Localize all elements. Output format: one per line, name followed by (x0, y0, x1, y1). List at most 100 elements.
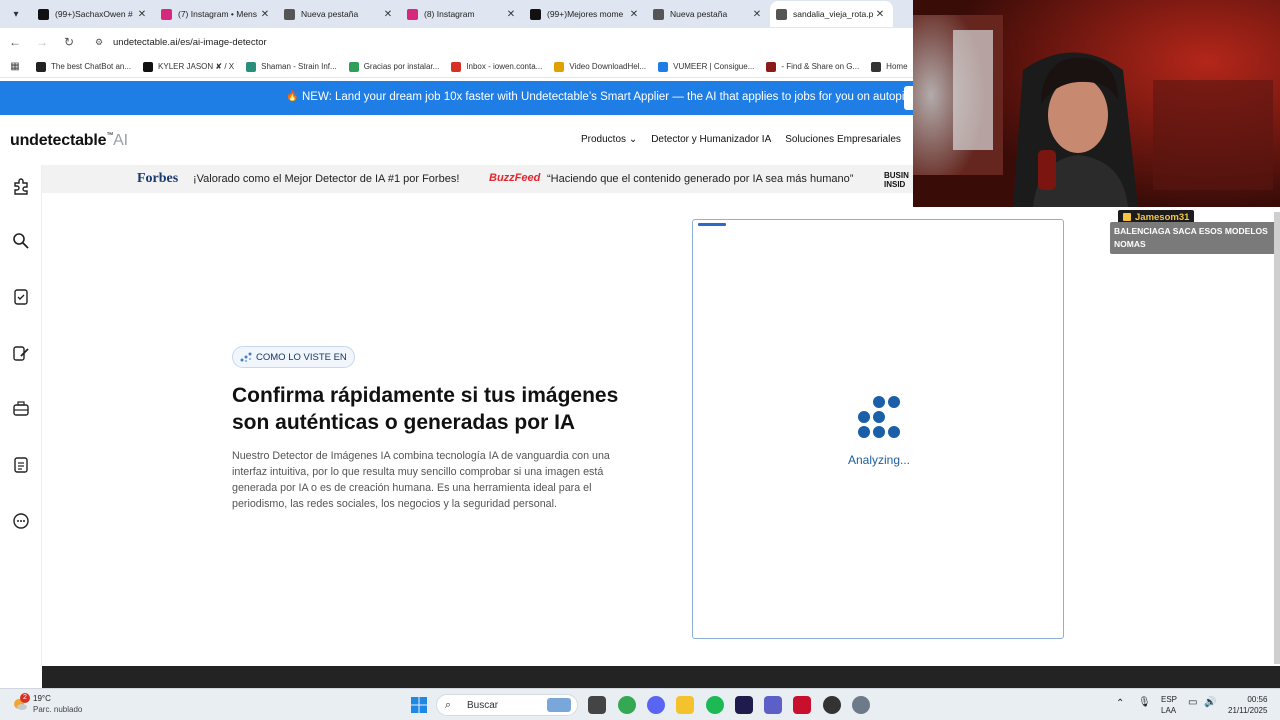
chevron-down-icon: ⌄ (628, 134, 638, 145)
app-icon[interactable] (823, 696, 841, 714)
tab-close-icon[interactable]: ✕ (627, 9, 641, 20)
browser-tab[interactable]: (7) Instagram • Mens ✕ (155, 1, 278, 27)
bookmark-favicon-icon (658, 61, 669, 72)
bookmark-item[interactable]: Shaman - Strain Inf... (246, 61, 337, 72)
tab-close-icon[interactable]: ✕ (504, 9, 518, 20)
tray-chevron-icon[interactable]: ⌃ (1116, 698, 1124, 709)
site-info-icon[interactable]: ⚙ (95, 37, 109, 48)
tab-favicon-icon (284, 8, 295, 20)
tab-favicon-icon (161, 8, 172, 20)
back-icon[interactable]: ← (3, 35, 27, 49)
bookmark-label: - Find & Share on G... (781, 62, 860, 71)
bookmark-favicon-icon (348, 61, 359, 72)
weather-text: 19°C Parc. nublado (33, 693, 82, 715)
clock-time: 00:56 (1247, 695, 1268, 704)
tab-close-icon[interactable]: ✕ (381, 9, 395, 20)
checklist-icon[interactable] (12, 288, 30, 306)
edit-document-icon[interactable] (12, 344, 30, 362)
tab-label: (99+)SachaxOwen # (55, 9, 133, 19)
bookmark-item[interactable]: Home (871, 61, 908, 72)
tabs-container: (99+)SachaxOwen # ✕ (7) Instagram • Mens ✕ N… (32, 1, 893, 27)
microphone-icon[interactable]: 🎙 (1138, 697, 1151, 708)
progress-bar (698, 223, 726, 226)
reload-icon[interactable]: ↻ (57, 35, 81, 49)
settings-icon[interactable] (852, 696, 870, 714)
weather-desc: Parc. nublado (33, 705, 83, 714)
tab-close-icon[interactable]: ✕ (750, 9, 764, 20)
language-indicator[interactable]: ESP LAA (1161, 694, 1177, 716)
browser-tab[interactable]: (8) Instagram ✕ (401, 1, 524, 27)
more-options-icon[interactable] (12, 512, 30, 530)
page-scrollbar[interactable] (1274, 212, 1280, 664)
browser-tab[interactable]: sandalia_vieja_rota.p ✕ (770, 1, 893, 27)
tab-close-icon[interactable]: ✕ (873, 9, 887, 20)
system-clock[interactable]: 00:56 21/11/2025 (1228, 694, 1267, 716)
volume-icon[interactable]: 🔊 (1204, 697, 1216, 708)
bookmark-item[interactable]: KYLER JASON ✘ / X (143, 61, 235, 72)
bookmark-favicon-icon (36, 61, 46, 72)
taskbar-search-label: Buscar (467, 699, 499, 711)
analyzing-status: Analyzing... (847, 453, 911, 467)
spotify-icon[interactable] (706, 696, 724, 714)
clock-date: 21/11/2025 (1228, 706, 1268, 715)
forbes-logo: Forbes (137, 171, 179, 186)
tab-search-icon[interactable]: ▾ (4, 2, 28, 26)
nav-products[interactable]: Productos ⌄ (581, 134, 637, 145)
task-view-icon[interactable] (588, 696, 606, 714)
tab-close-icon[interactable]: ✕ (135, 9, 149, 20)
discord-icon[interactable] (647, 696, 665, 714)
tab-label: Nueva pestaña (670, 9, 728, 19)
site-logo[interactable]: undetectable™AI (10, 132, 128, 150)
premiere-icon[interactable] (735, 696, 753, 714)
weather-widget[interactable]: 2 19°C Parc. nublado (12, 693, 82, 715)
windows-start-icon[interactable] (411, 697, 427, 713)
display-icon[interactable]: ▭ (1188, 697, 1197, 708)
bookmark-label: Gracias por instalar... (363, 62, 440, 71)
chrome-icon[interactable] (618, 696, 636, 714)
bookmark-item[interactable]: - Find & Share on G... (766, 61, 860, 72)
hero-title: Confirma rápidamente si tus imágenes son… (232, 384, 619, 434)
nav-detector-humanizer[interactable]: Detector y Humanizador IA (651, 134, 771, 145)
bookmark-item[interactable]: VUMEER | Consigue... (658, 61, 754, 72)
loading-spinner-icon (858, 396, 900, 438)
forward-icon[interactable]: → (30, 35, 54, 49)
fire-icon: 🔥 (286, 91, 299, 102)
bookmark-favicon-icon (871, 61, 882, 72)
bookmark-favicon-icon (451, 61, 462, 72)
briefcase-icon[interactable] (12, 400, 30, 418)
puzzle-icon[interactable] (12, 177, 30, 195)
bookmark-label: Home (886, 62, 908, 71)
search-zoom-icon[interactable] (12, 232, 30, 250)
bookmark-favicon-icon (246, 61, 257, 72)
tab-label: sandalia_vieja_rota.p (793, 9, 873, 19)
teams-icon[interactable] (764, 696, 782, 714)
bookmark-item[interactable]: Inbox - iowen.conta... (451, 61, 543, 72)
browser-tab[interactable]: Nueva pestaña ✕ (278, 1, 401, 27)
bookmark-item[interactable]: The best ChatBot an... (36, 61, 131, 72)
forbes-quote: ¡Valorado como el Mejor Detector de IA #… (193, 173, 460, 185)
tab-favicon-icon (776, 8, 787, 20)
bookmark-item[interactable]: Video DownloadHel... (554, 61, 646, 72)
tab-label: (99+)Mejores mome (547, 9, 624, 19)
browser-tab[interactable]: Nueva pestaña ✕ (647, 1, 770, 27)
browser-tab[interactable]: (99+)SachaxOwen # ✕ (32, 1, 155, 27)
nav-enterprise[interactable]: Soluciones Empresariales (785, 134, 901, 145)
tab-label: Nueva pestaña (301, 9, 359, 19)
footer-dark-band (42, 666, 1280, 688)
tab-favicon-icon (38, 8, 49, 20)
bookmark-label: KYLER JASON ✘ / X (158, 62, 235, 71)
taskbar-search[interactable]: ⌕ Buscar (436, 694, 578, 716)
address-bar[interactable]: ⚙ undetectable.ai/es/ai-image-detector (89, 31, 919, 53)
lang-secondary: LAA (1161, 706, 1177, 715)
file-explorer-icon[interactable] (676, 696, 694, 714)
document-icon[interactable] (12, 456, 30, 474)
chat-badge-icon (1123, 213, 1131, 221)
address-text: undetectable.ai/es/ai-image-detector (113, 36, 267, 48)
browser-tab[interactable]: (99+)Mejores mome ✕ (524, 1, 647, 27)
bookmark-item[interactable]: Gracias por instalar... (348, 61, 440, 72)
bookmark-label: Inbox - iowen.conta... (466, 62, 543, 71)
apps-grid-icon[interactable]: ▦ (2, 61, 28, 72)
mcafee-icon[interactable] (793, 696, 811, 714)
chat-message: BALENCIAGA SACA ESOS MODELOS NOMAS (1110, 222, 1278, 254)
tab-close-icon[interactable]: ✕ (258, 9, 272, 20)
